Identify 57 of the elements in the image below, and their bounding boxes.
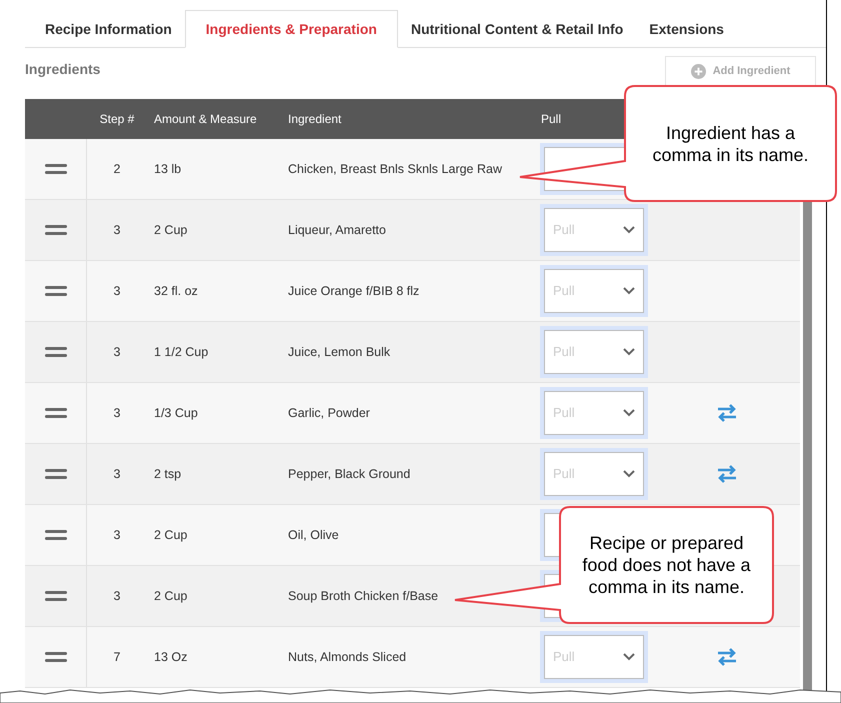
table-cell-text: 2 Cup [153, 222, 188, 239]
table-cell-text: 3 [112, 222, 122, 239]
drag-handle-icon[interactable] [44, 469, 66, 479]
column-header: Ingredient [287, 111, 342, 128]
column-header: Step # [98, 111, 136, 128]
table-cell-text: 2 tsp [153, 466, 182, 483]
table-cell-text: Soup Broth Chicken f/Base [287, 588, 440, 605]
table-cell-text: 32 fl. oz [153, 282, 199, 300]
chevron-down-icon [623, 470, 635, 478]
table-cell-text: Liqueur, Amaretto [287, 222, 387, 239]
table-cell-text: 3 [112, 466, 122, 483]
drag-handle-icon[interactable] [44, 286, 66, 296]
drag-handle-icon[interactable] [44, 225, 66, 235]
table-cell-text: 3 [112, 526, 122, 544]
drag-handle-icon[interactable] [44, 347, 66, 357]
tab[interactable]: Recipe Information [32, 10, 185, 48]
table-cell-text: Chicken, Breast Bnls Sknls Large Raw [287, 160, 503, 178]
swap-arrows-icon[interactable] [716, 404, 736, 422]
table-cell-text: 3 [112, 588, 122, 605]
callout-text: Recipe or prepared food does not have a comma in its name. [581, 532, 752, 598]
column-header: Amount & Measure [153, 111, 258, 128]
callout-text: Ingredient has a comma in its name. [651, 122, 810, 166]
chevron-down-icon [623, 287, 635, 295]
tab[interactable]: Extensions [636, 10, 737, 48]
table-cell-text: Juice Orange f/BIB 8 flz [287, 282, 420, 300]
chevron-down-icon [623, 226, 635, 234]
table-cell-text: 1/3 Cup [153, 404, 199, 422]
table-cell-text: 7 [112, 648, 122, 666]
swap-arrows-icon[interactable] [716, 648, 736, 666]
table-cell-text: 13 lb [153, 160, 182, 178]
table-cell-text: Pepper, Black Ground [287, 466, 412, 483]
table-cell-text: 1 1/2 Cup [153, 344, 210, 361]
plus-circle-icon [690, 64, 706, 79]
drag-handle-icon[interactable] [44, 408, 66, 418]
table-cell-text: 3 [112, 404, 122, 422]
table-cell-text: 13 Oz [153, 648, 188, 666]
table-cell-text: Oil, Olive [287, 526, 340, 544]
table-cell-text: 2 Cup [153, 588, 188, 605]
column-header: Pull [540, 111, 562, 128]
table-cell-text: 3 [112, 282, 122, 300]
table-cell-text: Garlic, Powder [287, 404, 371, 422]
table-cell-text: 3 [112, 344, 122, 361]
table-cell-text: 2 Cup [153, 526, 188, 544]
chevron-down-icon [623, 348, 635, 356]
drag-handle-icon[interactable] [44, 652, 66, 662]
drag-handle-icon[interactable] [44, 530, 66, 540]
chevron-down-icon [623, 409, 635, 417]
tab[interactable]: Ingredients & Preparation [184, 10, 398, 48]
section-title: Ingredients [25, 60, 100, 79]
table-cell-text: 2 [112, 160, 122, 178]
table-cell-text: Juice, Lemon Bulk [287, 344, 392, 361]
drag-handle-icon[interactable] [44, 164, 66, 174]
swap-arrows-icon[interactable] [716, 465, 736, 483]
tab[interactable]: Nutritional Content & Retail Info [398, 10, 636, 48]
chevron-down-icon [623, 653, 635, 661]
table-cell-text: Nuts, Almonds Sliced [287, 648, 408, 666]
drag-handle-icon[interactable] [44, 591, 66, 601]
